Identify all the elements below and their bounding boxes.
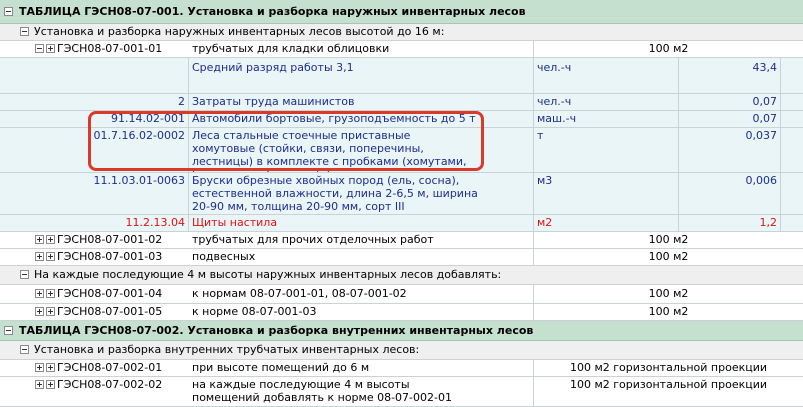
resource-unit: м3: [534, 173, 679, 214]
resource-row[interactable]: Средний разряд работы 3,1 чел.-ч 43,4: [0, 58, 803, 94]
table-row[interactable]: ГЭСН08-07-001-01 трубчатых для кладки об…: [0, 41, 803, 58]
group-title: На каждые последующие 4 м высоты наружны…: [34, 268, 502, 281]
resource-code: [0, 58, 189, 93]
norm-unit: 100 м2: [648, 42, 689, 55]
norm-name: при высоте помещений до 6 м: [189, 360, 534, 376]
expand-icon[interactable]: [35, 307, 44, 316]
norm-code: ГЭСН08-07-001-04: [57, 287, 163, 300]
norm-code: ГЭСН08-07-001-03: [57, 250, 163, 263]
resource-row[interactable]: 11.1.03.01-0063 Бруски обрезные хвойных …: [0, 173, 803, 215]
resource-value: 0,07: [679, 94, 781, 110]
resource-code: 11.2.13.04: [0, 215, 189, 231]
resource-name: Средний разряд работы 3,1: [189, 58, 534, 93]
collapse-icon[interactable]: [20, 270, 29, 279]
table-section-header[interactable]: ТАБЛИЦА ГЭСН08-07-002. Установка и разбо…: [0, 321, 803, 341]
collapse-icon[interactable]: [4, 7, 13, 16]
resource-value: 1,2: [679, 215, 781, 231]
norm-code: ГЭСН08-07-001-02: [57, 233, 163, 246]
norm-unit: 100 м2: [648, 250, 689, 263]
group-row[interactable]: На каждые последующие 4 м высоты наружны…: [0, 266, 803, 285]
resource-name: Автомобили бортовые, грузоподъемность до…: [189, 111, 534, 127]
group-row[interactable]: Установка и разборка внутренних трубчаты…: [0, 341, 803, 360]
norm-name: трубчатых для прочих отделочных работ: [189, 232, 534, 248]
norm-name: к нормам 08-07-001-01, 08-07-001-02: [189, 285, 534, 303]
norm-name: к норме 08-07-001-03: [189, 304, 534, 320]
table-row[interactable]: ГЭСН08-07-001-02 трубчатых для прочих от…: [0, 232, 803, 249]
resource-value: 0,006: [679, 173, 781, 214]
resource-unit: чел.-ч: [534, 94, 679, 110]
norm-name: трубчатых для кладки облицовки: [189, 41, 534, 57]
table-row[interactable]: ГЭСН08-07-001-05 к норме 08-07-001-03 10…: [0, 304, 803, 321]
resource-name: Щиты настила: [189, 215, 534, 231]
table-section-header[interactable]: ТАБЛИЦА ГЭСН08-07-001. Установка и разбо…: [0, 0, 803, 24]
norms-tree-grid: ТАБЛИЦА ГЭСН08-07-001. Установка и разбо…: [0, 0, 803, 407]
table-row[interactable]: ГЭСН08-07-001-04 к нормам 08-07-001-01, …: [0, 285, 803, 304]
section-title: ТАБЛИЦА ГЭСН08-07-002. Установка и разбо…: [19, 324, 534, 337]
resource-value: 0,07: [679, 111, 781, 127]
table-row[interactable]: ГЭСН08-07-002-01 при высоте помещений до…: [0, 360, 803, 377]
resource-unit: м2: [534, 215, 679, 231]
resource-code: 91.14.02-001: [0, 111, 189, 127]
resource-code: 01.7.16.02-0002: [0, 128, 189, 172]
table-row[interactable]: ГЭСН08-07-002-02 на каждые последующие 4…: [0, 377, 803, 407]
table-row[interactable]: ГЭСН08-07-001-03 подвесных 100 м2: [0, 249, 803, 266]
resource-unit: чел.-ч: [534, 58, 679, 93]
norm-code: ГЭСН08-07-002-01: [57, 361, 163, 374]
expand-icon[interactable]: [35, 289, 44, 298]
norm-unit: 100 м2: [648, 305, 689, 318]
group-row[interactable]: Установка и разборка наружных инвентарны…: [0, 24, 803, 41]
norm-unit: 100 м2: [648, 233, 689, 246]
section-title: ТАБЛИЦА ГЭСН08-07-001. Установка и разбо…: [19, 5, 526, 18]
resource-unit: маш.-ч: [534, 111, 679, 127]
resource-row[interactable]: 11.2.13.04 Щиты настила м2 1,2: [0, 215, 803, 232]
resource-value: 43,4: [679, 58, 781, 93]
resource-name: Затраты труда машинистов: [189, 94, 534, 110]
collapse-icon[interactable]: [4, 326, 13, 335]
collapse-icon[interactable]: [20, 27, 29, 36]
norm-unit: 100 м2 горизонтальной проекции: [569, 361, 768, 374]
collapse-icon[interactable]: [20, 345, 29, 354]
expand-icon[interactable]: [35, 363, 44, 372]
group-title: Установка и разборка наружных инвентарны…: [34, 25, 445, 38]
resource-name: Бруски обрезные хвойных пород (ель, сосн…: [189, 173, 534, 214]
resource-row[interactable]: 2 Затраты труда машинистов чел.-ч 0,07: [0, 94, 803, 111]
norm-code: ГЭСН08-07-002-02: [57, 378, 163, 391]
norm-name: на каждые последующие 4 м высоты помещен…: [189, 377, 534, 406]
resource-row[interactable]: 91.14.02-001 Автомобили бортовые, грузоп…: [0, 111, 803, 128]
expand-icon[interactable]: [35, 380, 44, 389]
resource-code: 2: [0, 94, 189, 110]
norm-name: подвесных: [189, 249, 534, 265]
resource-row[interactable]: 01.7.16.02-0002 Леса стальные стоечные п…: [0, 128, 803, 173]
expand-icon[interactable]: [35, 235, 44, 244]
resource-value: 0,037: [679, 128, 781, 172]
norm-code: ГЭСН08-07-001-01: [57, 42, 163, 55]
norm-unit: 100 м2: [648, 287, 689, 300]
norm-unit: 100 м2 горизонтальной проекции: [569, 378, 768, 391]
resource-name: Леса стальные стоечные приставные хомуто…: [189, 128, 534, 172]
resource-unit: т: [534, 128, 679, 172]
norm-code: ГЭСН08-07-001-05: [57, 305, 163, 318]
collapse-icon[interactable]: [35, 44, 44, 53]
group-title: Установка и разборка внутренних трубчаты…: [34, 343, 420, 356]
expand-icon[interactable]: [35, 252, 44, 261]
resource-code: 11.1.03.01-0063: [0, 173, 189, 214]
